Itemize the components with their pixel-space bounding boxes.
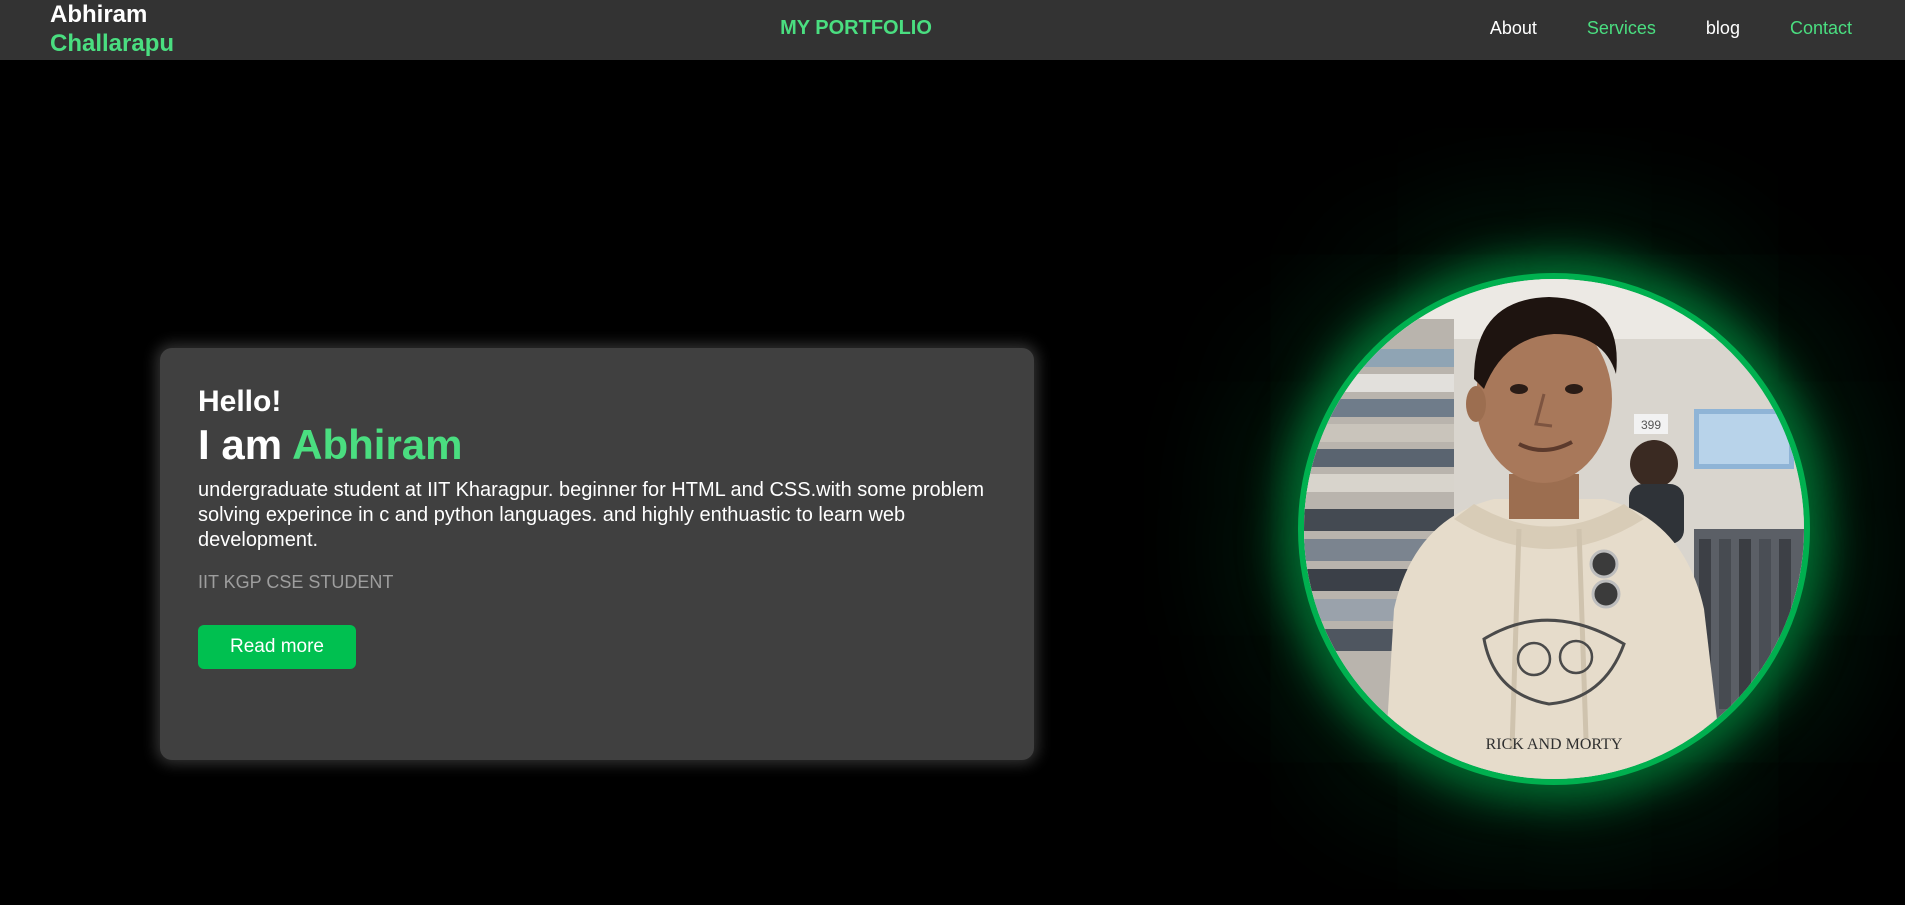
nav-link-about[interactable]: About [1490,17,1537,39]
nav-link-services[interactable]: Services [1587,17,1656,39]
navbar: Abhiram Challarapu MY PORTFOLIO About Se… [0,0,1905,60]
intro-prefix: I am [198,421,293,468]
shirt-print-text: RICK AND MORTY [1486,736,1623,753]
nav-link-contact[interactable]: Contact [1790,17,1852,39]
intro-card: Hello! I am Abhiram undergraduate studen… [160,348,1034,760]
profile-photo: 399 RICK AND MORTY [1298,273,1810,785]
brand-title: MY PORTFOLIO [780,17,932,39]
intro-description: undergraduate student at IIT Kharagpur. … [198,479,984,551]
read-more-button[interactable]: Read more [198,625,356,669]
intro-heading: I am Abhiram [198,420,996,470]
greeting-heading: Hello! [198,385,282,418]
intro-name: Abhiram [292,421,463,468]
role-subtitle: IIT KGP CSE STUDENT [198,572,394,592]
profile-photo-image: 399 RICK AND MORTY [1304,279,1804,779]
nav-menu: About Services blog Contact [1490,17,1852,39]
price-tag-text: 399 [1641,418,1661,432]
nav-link-blog[interactable]: blog [1706,17,1740,39]
